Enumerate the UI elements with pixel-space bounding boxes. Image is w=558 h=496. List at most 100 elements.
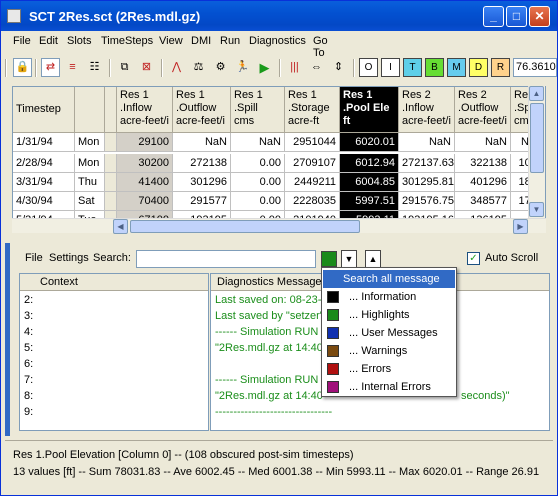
table-cell[interactable]: 0.00 <box>231 192 285 211</box>
table-cell[interactable]: 41400 <box>117 173 173 192</box>
table-cell[interactable]: 291576.75 <box>399 192 455 211</box>
table-cell[interactable]: 401296 <box>455 173 511 192</box>
menu-item-filter[interactable]: ... Warnings <box>323 342 455 360</box>
message-line[interactable]: ------ Simulation RUN F <box>215 374 328 386</box>
table-vertical-scrollbar[interactable]: ▲ ▼ <box>528 86 545 218</box>
column-header[interactable]: Res 2 .Outflow acre-feet/i <box>455 87 511 133</box>
menu-dmi[interactable]: DMI <box>191 35 211 47</box>
table-cell[interactable]: 348577 <box>455 192 511 211</box>
message-line[interactable]: Last saved by "setzer" <box>215 310 324 322</box>
filter-t-button[interactable]: T <box>403 58 422 77</box>
timestep-columns-icon[interactable]: ||| <box>285 58 304 77</box>
search-color-button[interactable] <box>321 251 337 267</box>
menu-item-search-all[interactable]: Search all message <box>323 270 455 288</box>
context-header[interactable]: Context <box>20 274 208 291</box>
table-cell[interactable]: 6020.01 <box>340 133 399 152</box>
diag-file-menu[interactable]: File <box>25 252 43 264</box>
menu-item-filter[interactable]: ... Internal Errors <box>323 378 455 396</box>
search-down-button[interactable]: ▼ <box>341 250 357 268</box>
day-cell[interactable]: Sat <box>75 192 105 211</box>
scale-icon[interactable]: ⚖ <box>189 58 208 77</box>
table-cell[interactable]: 291577 <box>173 192 231 211</box>
timestep-cell[interactable]: 2/28/94 <box>13 154 75 173</box>
table-cell[interactable]: NaN <box>399 133 455 152</box>
runner-icon[interactable]: 🏃 <box>233 58 252 77</box>
table-cell[interactable]: 30200 <box>117 154 173 173</box>
menu-slots[interactable]: Slots <box>67 35 91 47</box>
table-cell[interactable]: NaN <box>231 133 285 152</box>
table-cell[interactable]: 301296 <box>173 173 231 192</box>
message-line[interactable]: "2Res.mdl.gz at 14:40 <box>215 342 323 354</box>
column-header[interactable]: Res 1 .Inflow acre-feet/i <box>117 87 173 133</box>
message-line[interactable]: ------ Simulation RUN S <box>215 326 329 338</box>
table-cell[interactable]: 6012.94 <box>340 154 399 173</box>
scroll-left-icon[interactable]: ◀ <box>113 219 128 234</box>
minimize-button[interactable]: _ <box>483 6 504 27</box>
table-cell[interactable]: NaN <box>173 133 231 152</box>
filter-d-button[interactable]: D <box>469 58 488 77</box>
auto-scroll-checkbox[interactable]: ✓ <box>467 252 480 265</box>
menu-item-filter[interactable]: ... Errors <box>323 360 455 378</box>
table-cell[interactable]: 2951044 <box>285 133 340 152</box>
value-field[interactable]: 76.3610 <box>513 58 557 77</box>
lock-icon[interactable]: 🔒 <box>13 58 32 77</box>
message-line[interactable]: -------------------------------- <box>215 406 332 418</box>
table-cell[interactable]: 0.00 <box>231 173 285 192</box>
menu-item-filter[interactable]: ... Highlights <box>323 306 455 324</box>
table-cell[interactable]: 29100 <box>117 133 173 152</box>
day-cell[interactable]: Thu <box>75 173 105 192</box>
menu-view[interactable]: View <box>159 35 183 47</box>
menu-diagnostics[interactable]: Diagnostics <box>249 35 306 47</box>
filter-r-button[interactable]: R <box>491 58 510 77</box>
fit-width-icon[interactable]: ⇔ <box>307 58 326 77</box>
column-header[interactable]: Res 2 .Inflow acre-feet/i <box>399 87 455 133</box>
timestep-cell[interactable]: 4/30/94 <box>13 192 75 211</box>
filter-b-button[interactable]: B <box>425 58 444 77</box>
plot-icon[interactable]: ⋀ <box>167 58 186 77</box>
open-object-icon[interactable]: ⧉ <box>115 58 134 77</box>
message-line[interactable]: Last saved on: 08-23- <box>215 294 321 306</box>
scroll-down-icon[interactable]: ▼ <box>529 202 544 217</box>
day-cell[interactable]: Mon <box>75 154 105 173</box>
scroll-up-icon[interactable]: ▲ <box>529 86 544 101</box>
filter-o-button[interactable]: O <box>359 58 378 77</box>
timestep-header[interactable]: Timestep <box>13 87 75 133</box>
menu-timesteps[interactable]: TimeSteps <box>101 35 153 47</box>
message-line[interactable]: "2Res.mdl.gz at 14:40 <box>215 390 323 402</box>
fit-height-icon[interactable]: ⇕ <box>329 58 348 77</box>
search-up-button[interactable]: ▲ <box>365 250 381 268</box>
table-cell[interactable]: 272137.63 <box>399 154 455 173</box>
filter-m-button[interactable]: M <box>447 58 466 77</box>
column-header[interactable]: Res 1 .Pool Ele ft <box>340 87 399 133</box>
table-cell[interactable]: 272138 <box>173 154 231 173</box>
close-object-icon[interactable]: ⊠ <box>137 58 156 77</box>
menu-item-filter[interactable]: ... User Messages <box>323 324 455 342</box>
row-format-icon[interactable]: ≡ <box>63 58 82 77</box>
menu-run[interactable]: Run <box>220 35 240 47</box>
menu-item-filter[interactable]: ... Information <box>323 288 455 306</box>
menu-file[interactable]: File <box>13 35 31 47</box>
filter-i-button[interactable]: I <box>381 58 400 77</box>
column-header[interactable]: Res 1 .Storage acre-ft <box>285 87 340 133</box>
table-cell[interactable]: 322138 <box>455 154 511 173</box>
hscroll-thumb[interactable] <box>130 220 360 233</box>
menu-edit[interactable]: Edit <box>39 35 58 47</box>
sync-icon[interactable]: ⇄ <box>41 58 60 77</box>
table-cell[interactable]: 6004.85 <box>340 173 399 192</box>
table-cell[interactable]: 301295.81 <box>399 173 455 192</box>
maximize-button[interactable]: □ <box>506 6 527 27</box>
table-cell[interactable]: 2449211 <box>285 173 340 192</box>
account-icon[interactable]: ⚙ <box>211 58 230 77</box>
table-cell[interactable]: 5997.51 <box>340 192 399 211</box>
column-header[interactable]: Res 1 .Spill cms <box>231 87 285 133</box>
close-button[interactable]: ✕ <box>529 6 550 27</box>
column-format-icon[interactable]: ☷ <box>85 58 104 77</box>
timestep-cell[interactable]: 1/31/94 <box>13 133 75 152</box>
scroll-right-icon[interactable]: ▶ <box>513 219 528 234</box>
table-horizontal-scrollbar[interactable]: ◀ ▶ <box>12 218 546 234</box>
table-cell[interactable]: 0.00 <box>231 154 285 173</box>
scroll-thumb[interactable] <box>530 103 544 173</box>
table-cell[interactable]: 2709107 <box>285 154 340 173</box>
run-icon[interactable]: ▶ <box>255 58 274 77</box>
search-input[interactable] <box>136 250 316 268</box>
